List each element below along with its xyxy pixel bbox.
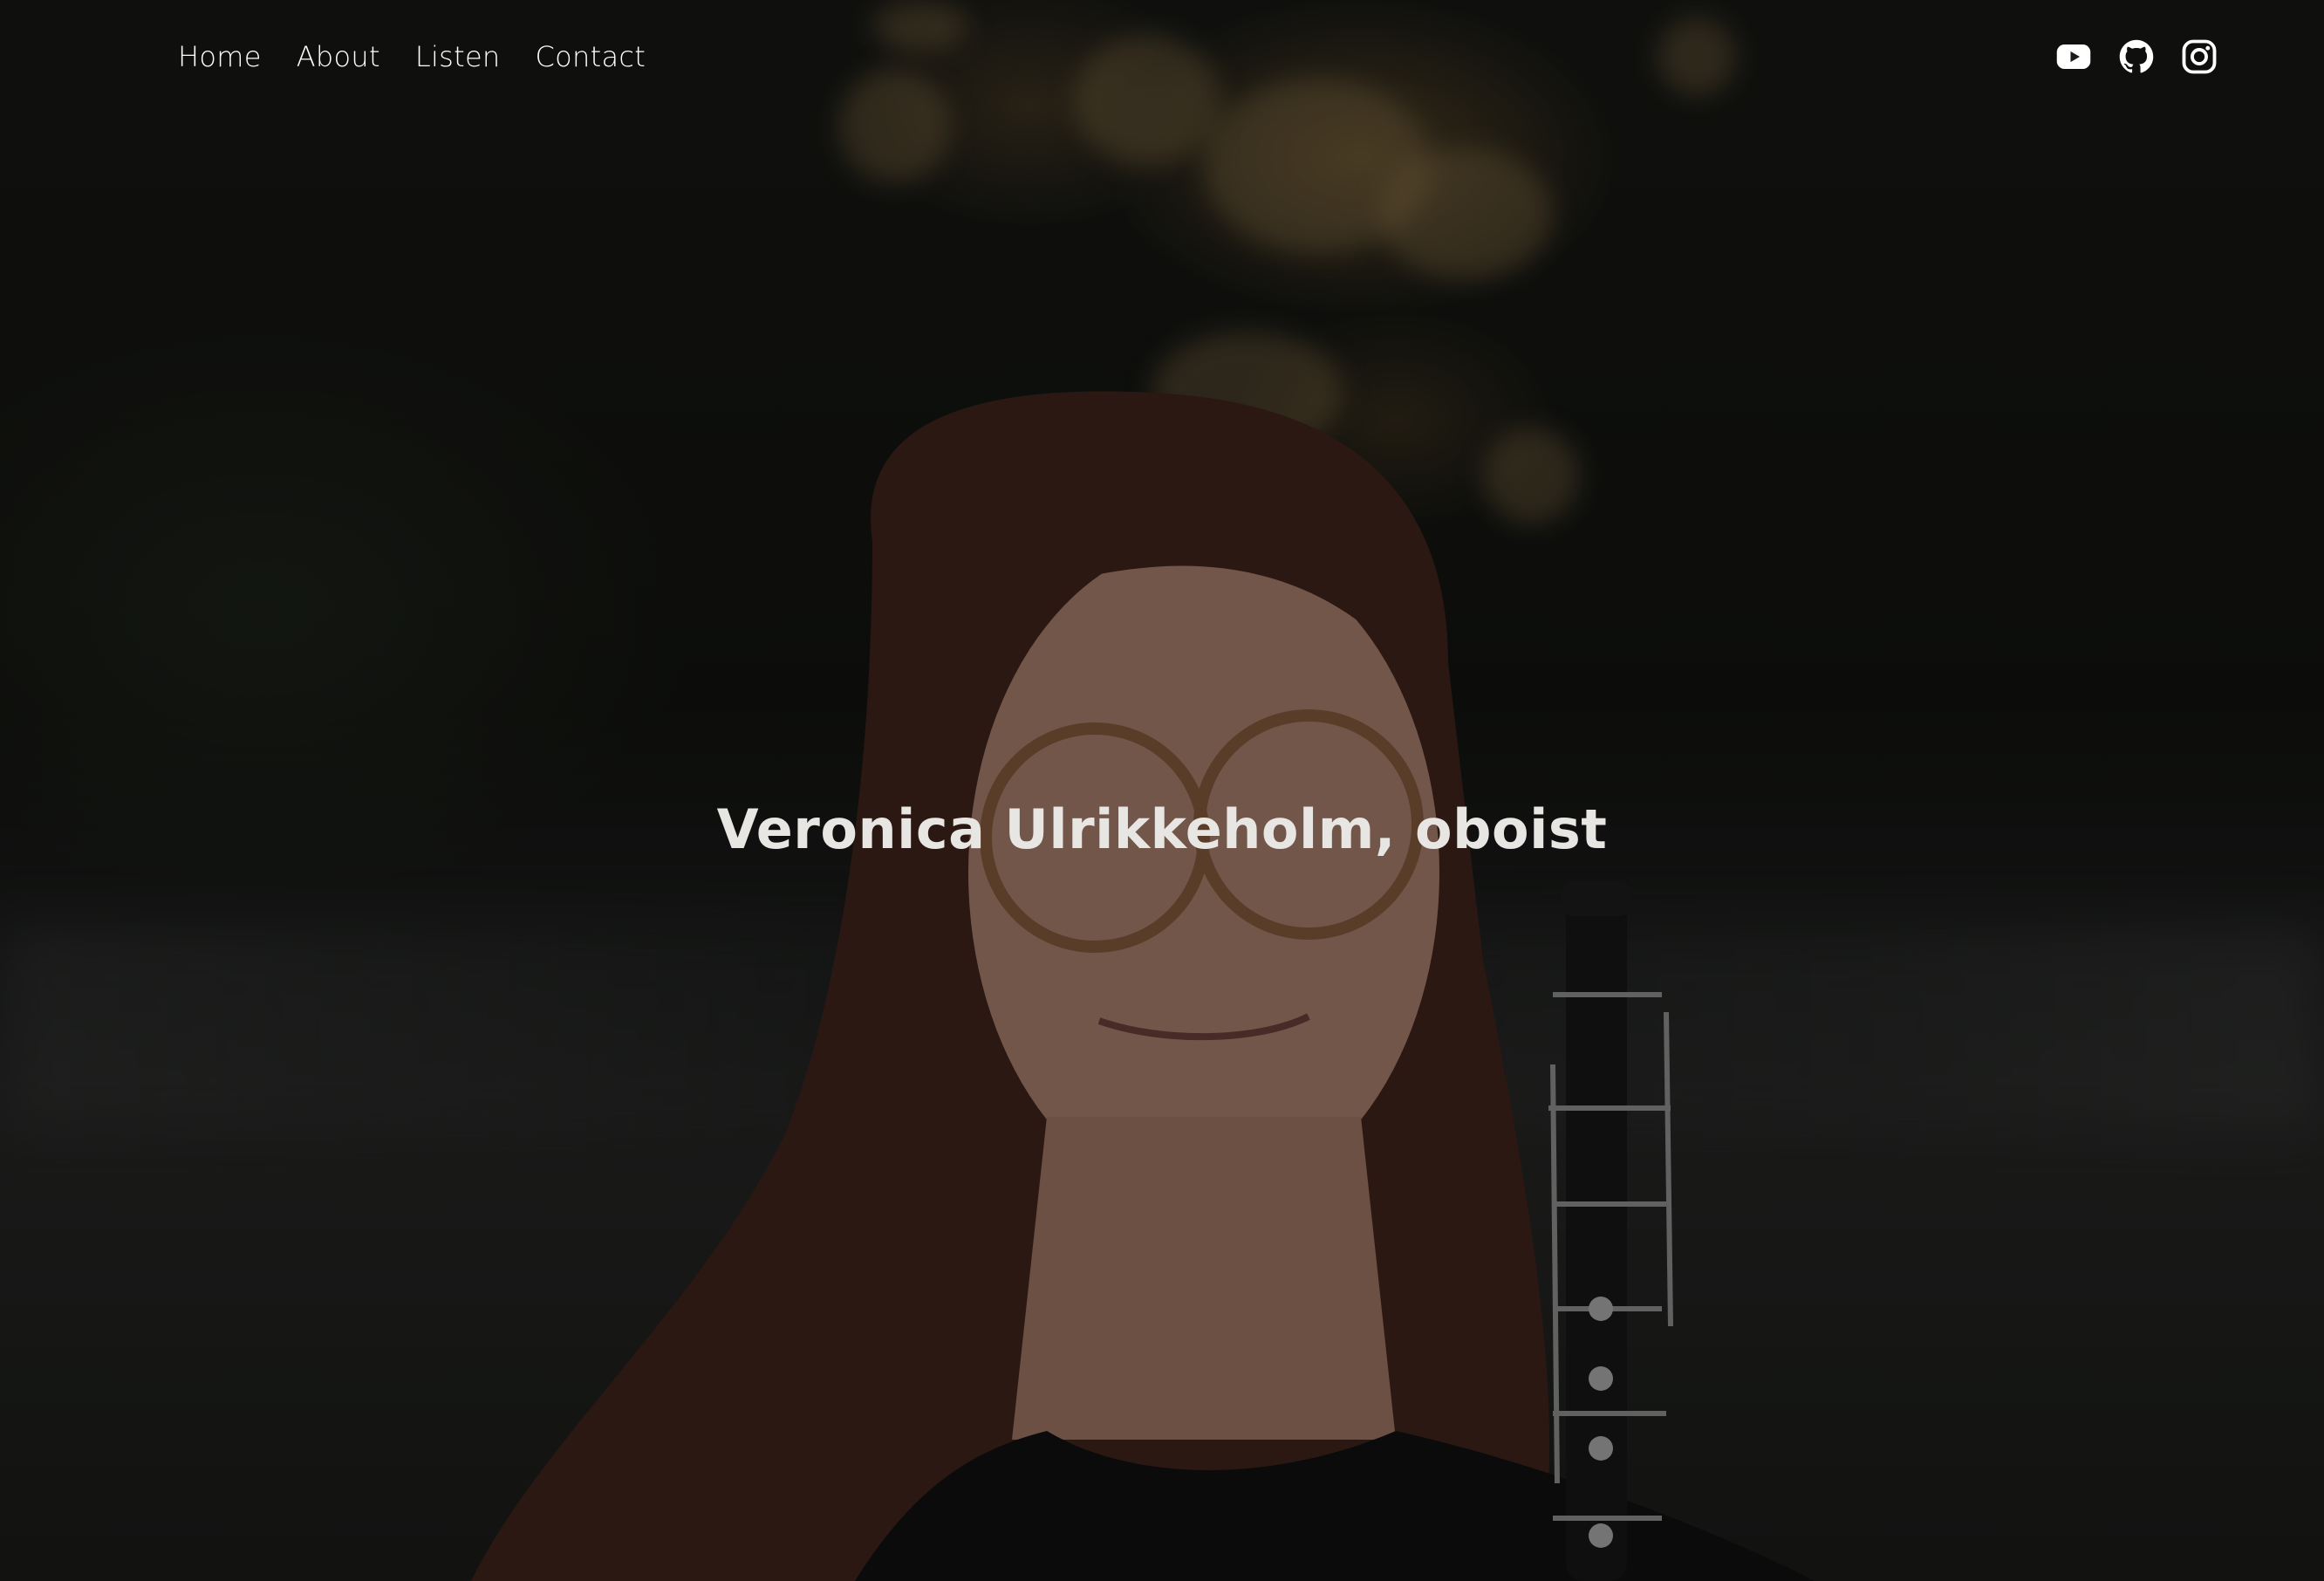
youtube-link[interactable] (2055, 38, 2092, 75)
youtube-icon (2056, 44, 2091, 69)
nav-contact[interactable]: Contact (536, 40, 646, 73)
dark-overlay (0, 0, 2324, 1581)
nav-listen[interactable]: Listen (415, 40, 501, 73)
social-links (2055, 38, 2218, 75)
nav-about[interactable]: About (297, 40, 380, 73)
hero-section: Home About Listen Contact Veronica Ulrik… (0, 0, 2324, 1581)
instagram-link[interactable] (2181, 38, 2218, 75)
main-nav: Home About Listen Contact (178, 40, 646, 73)
nav-home[interactable]: Home (178, 40, 262, 73)
github-link[interactable] (2118, 38, 2155, 75)
github-icon (2119, 39, 2154, 73)
hero-title: Veronica Ulrikkeholm, oboist (716, 797, 1608, 861)
instagram-icon (2182, 39, 2217, 74)
